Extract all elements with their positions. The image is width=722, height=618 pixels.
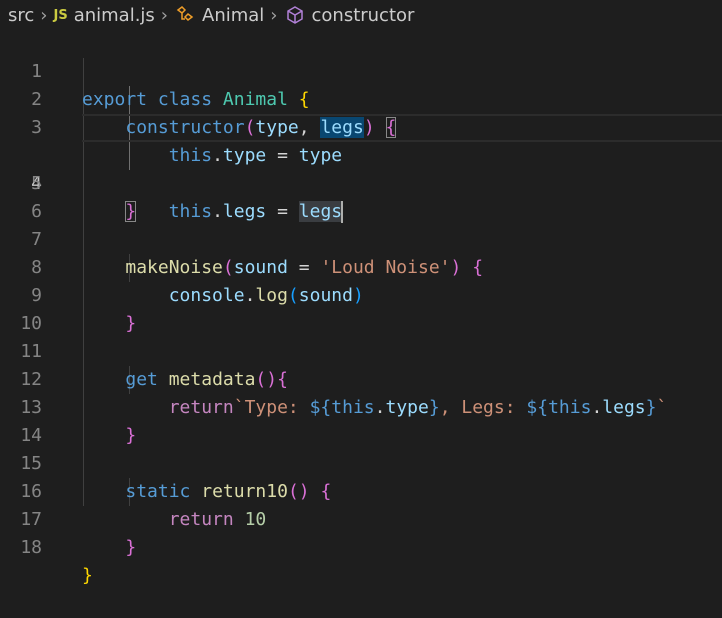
- breadcrumb-class[interactable]: Animal: [202, 5, 264, 26]
- code-line: 5 }: [0, 142, 722, 222]
- code-line: 6: [0, 170, 722, 222]
- code-line: 15 static return10() {: [0, 422, 722, 502]
- code-line: 14: [0, 394, 722, 446]
- breadcrumb-member[interactable]: constructor: [312, 5, 415, 26]
- code-line: 2 constructor(type, legs) {: [0, 58, 722, 138]
- code-line: 12 return`Type: ${this.type}, Legs: ${th…: [0, 338, 722, 418]
- current-line-highlight: [82, 114, 722, 142]
- code-line: 17 }: [0, 478, 722, 558]
- code-line-active: 4 this.legs = legs: [0, 114, 722, 223]
- javascript-file-icon: JS: [53, 7, 68, 23]
- bracket: }: [82, 565, 93, 586]
- method-cube-icon: [284, 4, 306, 26]
- code-line: 9 }: [0, 254, 722, 334]
- chevron-right-icon: ›: [160, 4, 168, 26]
- code-line: 7 makeNoise(sound = 'Loud Noise') {: [0, 198, 722, 278]
- code-line: 10: [0, 282, 722, 334]
- chevron-right-icon: ›: [270, 4, 278, 26]
- breadcrumb-folder[interactable]: src: [8, 5, 34, 26]
- code-line: 1 export class Animal {: [0, 30, 722, 110]
- breadcrumb: src › JS animal.js › Animal › constructo…: [0, 0, 722, 30]
- code-editor[interactable]: 1 export class Animal { 2 constructor(ty…: [0, 30, 722, 586]
- code-line: 3 this.type = type: [0, 86, 722, 166]
- code-line: 16 return 10: [0, 450, 722, 530]
- code-line: 18 }: [0, 506, 722, 586]
- class-icon: [174, 4, 196, 26]
- code-line: 11 get metadata(){: [0, 310, 722, 390]
- code-line: 13 }: [0, 366, 722, 446]
- breadcrumb-file[interactable]: animal.js: [74, 5, 155, 26]
- line-number: 18: [20, 537, 42, 558]
- code-line: 8 console.log(sound): [0, 226, 722, 306]
- chevron-right-icon: ›: [40, 4, 48, 26]
